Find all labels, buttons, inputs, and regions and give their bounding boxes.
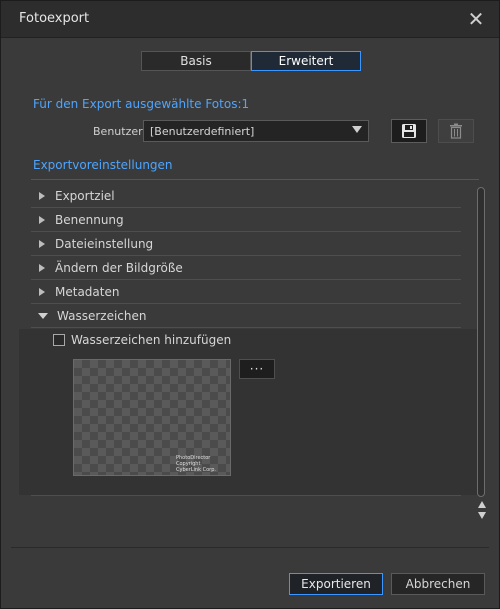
chevron-down-icon (352, 126, 362, 133)
section-metadaten[interactable]: Metadaten (31, 281, 461, 304)
save-profile-button[interactable] (391, 119, 427, 143)
tab-basis[interactable]: Basis (141, 51, 251, 71)
watermark-logo-subtext: Copyright CyberLink Corp. (176, 461, 216, 473)
section-bildgroesse[interactable]: Ändern der Bildgröße (31, 257, 461, 280)
selected-photos-label: Für den Export ausgewählte Fotos: (33, 97, 242, 111)
section-benennung[interactable]: Benennung (31, 209, 461, 232)
section-label: Exportziel (55, 189, 115, 203)
expand-arrow-icon (39, 192, 45, 200)
section-label: Benennung (55, 213, 124, 227)
section-exportziel[interactable]: Exportziel (31, 185, 461, 208)
section-wasserzeichen[interactable]: Wasserzeichen (31, 305, 461, 328)
title-bar: Fotoexport ✕ (1, 1, 499, 38)
delete-profile-button[interactable] (438, 119, 474, 143)
profile-select[interactable]: [Benutzerdefiniert] (143, 120, 369, 142)
watermark-checkbox-label: Wasserzeichen hinzufügen (71, 333, 232, 347)
presets-title: Exportvoreinstellungen (33, 158, 173, 172)
scroll-arrows (476, 501, 488, 529)
window-title: Fotoexport (19, 11, 90, 26)
expand-arrow-icon (39, 240, 45, 248)
tab-erweitert[interactable]: Erweitert (251, 51, 361, 71)
watermark-logo: PhotoDirector Copyright CyberLink Corp. (176, 455, 224, 473)
section-label: Dateieinstellung (55, 237, 154, 251)
presets-panel: Exportziel Benennung Dateieinstellung Än… (11, 183, 483, 501)
section-divider (31, 495, 461, 496)
expand-arrow-icon (39, 216, 45, 224)
cancel-button[interactable]: Abbrechen (391, 573, 485, 595)
trash-icon (450, 123, 462, 139)
close-button[interactable]: ✕ (463, 7, 489, 31)
section-label: Metadaten (55, 285, 120, 299)
tab-bar: Basis Erweitert (141, 51, 363, 73)
export-dialog: Fotoexport ✕ Basis Erweitert Für den Exp… (0, 0, 500, 609)
expand-arrow-icon (39, 288, 45, 296)
scroll-up-icon[interactable] (478, 501, 486, 508)
expand-arrow-icon (39, 264, 45, 272)
footer-divider (11, 547, 489, 548)
close-icon: ✕ (467, 7, 485, 31)
selected-photos-info: Für den Export ausgewählte Fotos:1 (33, 97, 249, 111)
watermark-checkbox[interactable] (53, 334, 65, 346)
watermark-options-button[interactable]: ··· (239, 359, 275, 379)
profile-select-value: [Benutzerdefiniert] (150, 124, 255, 138)
presets-divider (31, 179, 479, 180)
floppy-disk-icon (402, 124, 416, 138)
collapse-arrow-icon (38, 313, 48, 319)
section-label: Ändern der Bildgröße (55, 261, 183, 275)
selected-photos-count: 1 (241, 97, 250, 111)
export-button[interactable]: Exportieren (289, 573, 383, 595)
vertical-scrollbar[interactable] (477, 187, 485, 497)
section-label: Wasserzeichen (57, 309, 147, 323)
scroll-down-icon[interactable] (478, 512, 486, 519)
watermark-checkbox-row[interactable]: Wasserzeichen hinzufügen (53, 333, 231, 347)
section-dateieinstellung[interactable]: Dateieinstellung (31, 233, 461, 256)
watermark-preview: PhotoDirector Copyright CyberLink Corp. (73, 359, 231, 476)
